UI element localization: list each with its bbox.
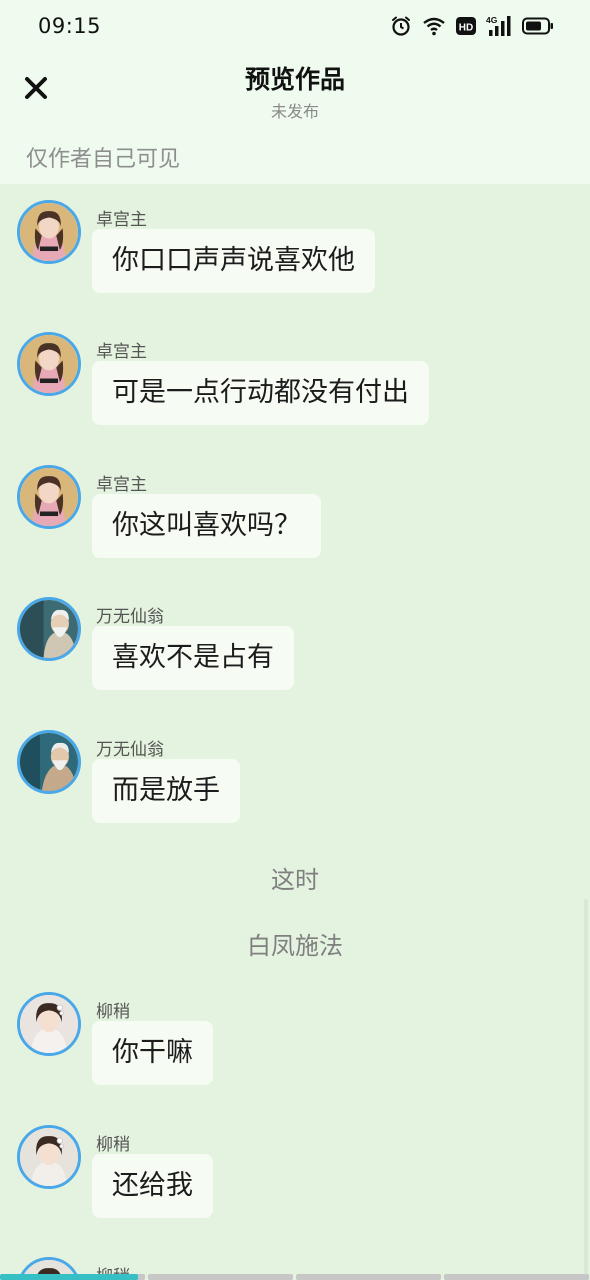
avatar[interactable] — [17, 200, 81, 264]
message-bubble[interactable]: 你口口声声说喜欢他 — [92, 229, 375, 293]
progress-segment — [0, 1274, 145, 1280]
page-title: 预览作品 — [244, 65, 345, 94]
sender-name: 柳稍 — [96, 1135, 130, 1155]
avatar-old-man-icon — [20, 600, 78, 658]
network-label: 4G — [486, 15, 498, 25]
avatar[interactable] — [17, 465, 81, 529]
top-area: 09:15 HD 4G 预览作品 未发布 仅作者自己可见 — [0, 0, 590, 184]
avatar[interactable] — [17, 332, 81, 396]
header: 预览作品 未发布 — [0, 52, 590, 128]
avatar[interactable] — [17, 992, 81, 1056]
sender-name: 卓宫主 — [96, 210, 147, 230]
avatar-old-man-icon — [20, 733, 78, 791]
message-bubble[interactable]: 还给我 — [92, 1154, 213, 1218]
message-bubble[interactable]: 喜欢不是占有 — [92, 626, 294, 690]
avatar[interactable] — [17, 1125, 81, 1189]
message-bubble[interactable]: 而是放手 — [92, 759, 240, 823]
avatar-woman-icon — [20, 468, 78, 526]
progress-segment — [148, 1274, 293, 1280]
progress-segment — [296, 1274, 441, 1280]
battery-icon — [522, 17, 554, 35]
page-subtitle: 未发布 — [270, 102, 319, 121]
avatar-woman-icon — [20, 995, 78, 1053]
avatar[interactable] — [17, 597, 81, 661]
avatar-woman-icon — [20, 203, 78, 261]
narration-text: 白凤施法 — [247, 932, 343, 960]
hd-label: HD — [459, 23, 473, 34]
chat-list[interactable]: 卓宫主 你口口声声说喜欢他 卓宫主 可是一点行动都没有付出 卓宫主 你这叫喜欢吗… — [0, 184, 590, 1280]
message-bubble[interactable]: 你这叫喜欢吗？ — [92, 494, 321, 558]
narration-text: 这时 — [271, 866, 319, 894]
avatar-woman-icon — [20, 335, 78, 393]
avatar[interactable] — [17, 730, 81, 794]
signal-4g-icon: 4G — [486, 15, 512, 37]
sender-name: 柳稍 — [96, 1002, 130, 1022]
hd-icon: HD — [456, 16, 476, 36]
sender-name: 万无仙翁 — [96, 607, 164, 627]
message-bubble[interactable]: 你干嘛 — [92, 1021, 213, 1085]
status-icons: HD 4G — [390, 14, 554, 38]
status-bar: 09:15 HD 4G — [0, 0, 590, 52]
avatar-woman-icon — [20, 1128, 78, 1186]
scrollbar[interactable] — [584, 899, 588, 1274]
story-progress-bar — [0, 1274, 590, 1280]
progress-segment — [444, 1274, 589, 1280]
message-bubble[interactable]: 可是一点行动都没有付出 — [92, 361, 429, 425]
status-time: 09:15 — [38, 14, 102, 38]
sender-name: 万无仙翁 — [96, 740, 164, 760]
alarm-icon — [390, 15, 412, 37]
wifi-icon — [422, 16, 446, 36]
progress-segment-fill — [0, 1274, 138, 1280]
sender-name: 卓宫主 — [96, 342, 147, 362]
visibility-note: 仅作者自己可见 — [26, 147, 181, 172]
sender-name: 卓宫主 — [96, 475, 147, 495]
